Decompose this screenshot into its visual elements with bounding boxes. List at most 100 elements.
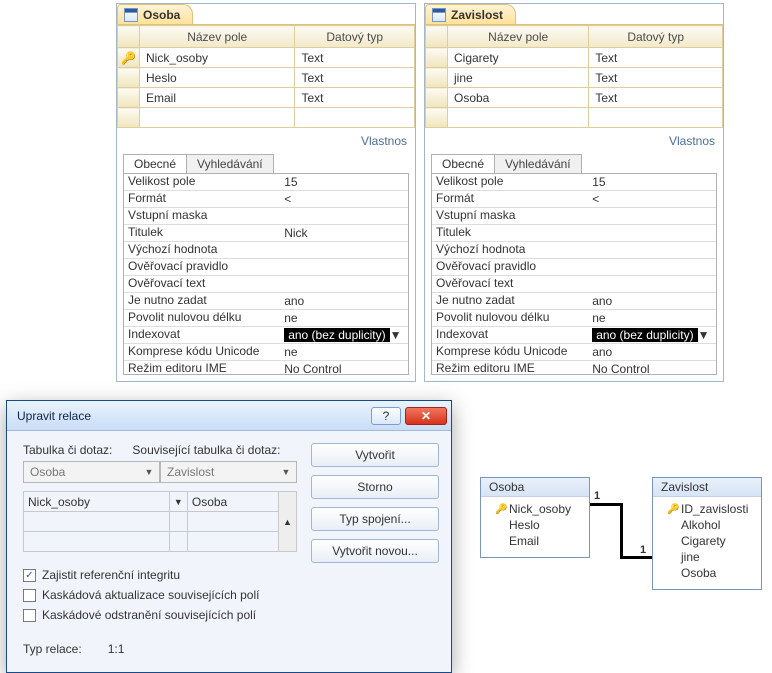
property-value[interactable]	[588, 259, 716, 275]
row-selector[interactable]	[426, 68, 448, 88]
chevron-down-icon[interactable]: ▼	[169, 492, 187, 512]
property-value[interactable]: ano	[588, 344, 716, 360]
property-grid-scroll[interactable]: Velikost pole15Formát<Vstupní maskaTitul…	[432, 174, 716, 374]
property-value[interactable]: No Control	[280, 361, 408, 374]
property-value[interactable]	[280, 259, 408, 275]
field-row[interactable]: OsobaText	[426, 88, 723, 108]
property-value[interactable]	[588, 208, 716, 224]
property-row[interactable]: Výchozí hodnota	[432, 242, 716, 259]
property-row[interactable]: Indexovatano (bez duplicity)▼	[432, 327, 716, 344]
panel-tab-active[interactable]: Zavislost	[425, 4, 516, 24]
entity-field[interactable]: Alkohol	[667, 517, 753, 533]
join-type-button[interactable]: Typ spojení...	[311, 507, 439, 531]
tab-lookup[interactable]: Vyhledávání	[187, 154, 274, 173]
field-type-cell[interactable]: Text	[295, 88, 415, 108]
property-value[interactable]: No Control	[588, 361, 716, 374]
cancel-button[interactable]: Storno	[311, 475, 439, 499]
property-row[interactable]: Formát<	[124, 191, 408, 208]
property-value[interactable]	[280, 276, 408, 292]
entity-field[interactable]: Cigarety	[667, 533, 753, 549]
property-row[interactable]: Režim editoru IMENo Control	[432, 361, 716, 374]
tab-lookup[interactable]: Vyhledávání	[495, 154, 582, 173]
row-selector[interactable]	[118, 68, 140, 88]
field-row[interactable]: jineText	[426, 68, 723, 88]
field-type-cell[interactable]: Text	[589, 68, 723, 88]
property-row[interactable]: Povolit nulovou délkune	[432, 310, 716, 327]
property-row[interactable]: Komprese kódu Unicodeano	[432, 344, 716, 361]
entity-field[interactable]: 🔑Nick_osoby	[495, 501, 581, 517]
property-value[interactable]: ne	[588, 310, 716, 326]
entity-field[interactable]: 🔑ID_zavislosti	[667, 501, 753, 517]
property-row[interactable]: Ověřovací text	[124, 276, 408, 293]
field-name-cell[interactable]: Nick_osoby	[140, 48, 295, 68]
property-row[interactable]: TitulekNick	[124, 225, 408, 242]
property-row[interactable]: Komprese kódu Unicodene	[124, 344, 408, 361]
property-value[interactable]	[588, 242, 716, 258]
property-value[interactable]	[280, 208, 408, 224]
entity-field[interactable]: Heslo	[495, 517, 581, 533]
create-button[interactable]: Vytvořit	[311, 443, 439, 467]
create-new-button[interactable]: Vytvořit novou...	[311, 539, 439, 563]
property-row[interactable]: Je nutno zadatano	[432, 293, 716, 310]
map-left-field[interactable]: Nick_osoby	[24, 492, 170, 512]
map-right-field[interactable]: Osoba	[187, 492, 278, 512]
property-value[interactable]: 15	[588, 174, 716, 190]
property-value[interactable]: ne	[280, 310, 408, 326]
property-value[interactable]: 15	[280, 174, 408, 190]
tab-general[interactable]: Obecné	[431, 154, 495, 173]
field-type-cell[interactable]: Text	[295, 48, 415, 68]
property-value[interactable]: Nick	[280, 225, 408, 241]
property-row[interactable]: Je nutno zadatano	[124, 293, 408, 310]
property-row[interactable]: Ověřovací pravidlo	[432, 259, 716, 276]
chk-enforce-integrity[interactable]: ✓ Zajistit referenční integritu	[23, 568, 297, 582]
property-value[interactable]: ne	[280, 344, 408, 360]
field-type-cell[interactable]: Text	[295, 68, 415, 88]
dialog-titlebar[interactable]: Upravit relace ? ✕	[7, 401, 451, 431]
property-value[interactable]: ano	[588, 293, 716, 309]
panel-tab-active[interactable]: Osoba	[117, 4, 193, 24]
chevron-down-icon[interactable]: ▼	[698, 328, 710, 342]
property-value[interactable]	[280, 242, 408, 258]
property-row[interactable]: Velikost pole15	[432, 174, 716, 191]
field-grid[interactable]: Název pole Datový typ 🔑Nick_osobyTextHes…	[117, 25, 415, 128]
entity-field[interactable]: jine	[667, 549, 753, 565]
property-value[interactable]: ano	[280, 293, 408, 309]
close-button[interactable]: ✕	[405, 407, 447, 425]
combo-related[interactable]: Zavislost ▼	[160, 461, 297, 483]
row-selector[interactable]	[426, 48, 448, 68]
property-row[interactable]: Titulek	[432, 225, 716, 242]
chk-cascade-update[interactable]: Kaskádová aktualizace souvisejících polí	[23, 588, 297, 602]
combo-table[interactable]: Osoba ▼	[23, 461, 160, 483]
entity-field[interactable]: Osoba	[667, 565, 753, 581]
chk-cascade-delete[interactable]: Kaskádové odstranění souvisejících polí	[23, 608, 297, 622]
field-name-cell[interactable]: Osoba	[448, 88, 589, 108]
field-row[interactable]: HesloText	[118, 68, 415, 88]
property-row[interactable]: Režim editoru IMENo Control	[124, 361, 408, 374]
property-value[interactable]: ano (bez duplicity)▼	[280, 327, 408, 343]
property-row[interactable]: Výchozí hodnota	[124, 242, 408, 259]
entity-zavislost[interactable]: Zavislost 🔑ID_zavislostiAlkoholCigaretyj…	[652, 477, 762, 590]
tab-general[interactable]: Obecné	[123, 154, 187, 173]
field-row[interactable]: EmailText	[118, 88, 415, 108]
property-grid-scroll[interactable]: Velikost pole15Formát<Vstupní maskaTitul…	[124, 174, 408, 374]
field-type-cell[interactable]: Text	[589, 48, 723, 68]
property-row[interactable]: Velikost pole15	[124, 174, 408, 191]
property-value[interactable]	[588, 225, 716, 241]
property-value[interactable]: ano (bez duplicity)▼	[588, 327, 716, 343]
property-row[interactable]: Povolit nulovou délkune	[124, 310, 408, 327]
entity-osoba[interactable]: Osoba 🔑Nick_osobyHesloEmail	[480, 477, 590, 558]
property-row[interactable]: Ověřovací pravidlo	[124, 259, 408, 276]
field-row[interactable]: CigaretyText	[426, 48, 723, 68]
field-mapping-grid[interactable]: Nick_osoby ▼ Osoba ▲	[23, 491, 297, 552]
property-value[interactable]: <	[588, 191, 716, 207]
property-row[interactable]: Formát<	[432, 191, 716, 208]
row-selector[interactable]	[118, 88, 140, 108]
property-row[interactable]: Indexovatano (bez duplicity)▼	[124, 327, 408, 344]
field-name-cell[interactable]: Cigarety	[448, 48, 589, 68]
row-selector-active[interactable]	[426, 88, 448, 108]
property-value[interactable]: <	[280, 191, 408, 207]
property-value[interactable]	[588, 276, 716, 292]
field-name-cell[interactable]: Heslo	[140, 68, 295, 88]
field-name-cell[interactable]: jine	[448, 68, 589, 88]
property-row[interactable]: Vstupní maska	[124, 208, 408, 225]
